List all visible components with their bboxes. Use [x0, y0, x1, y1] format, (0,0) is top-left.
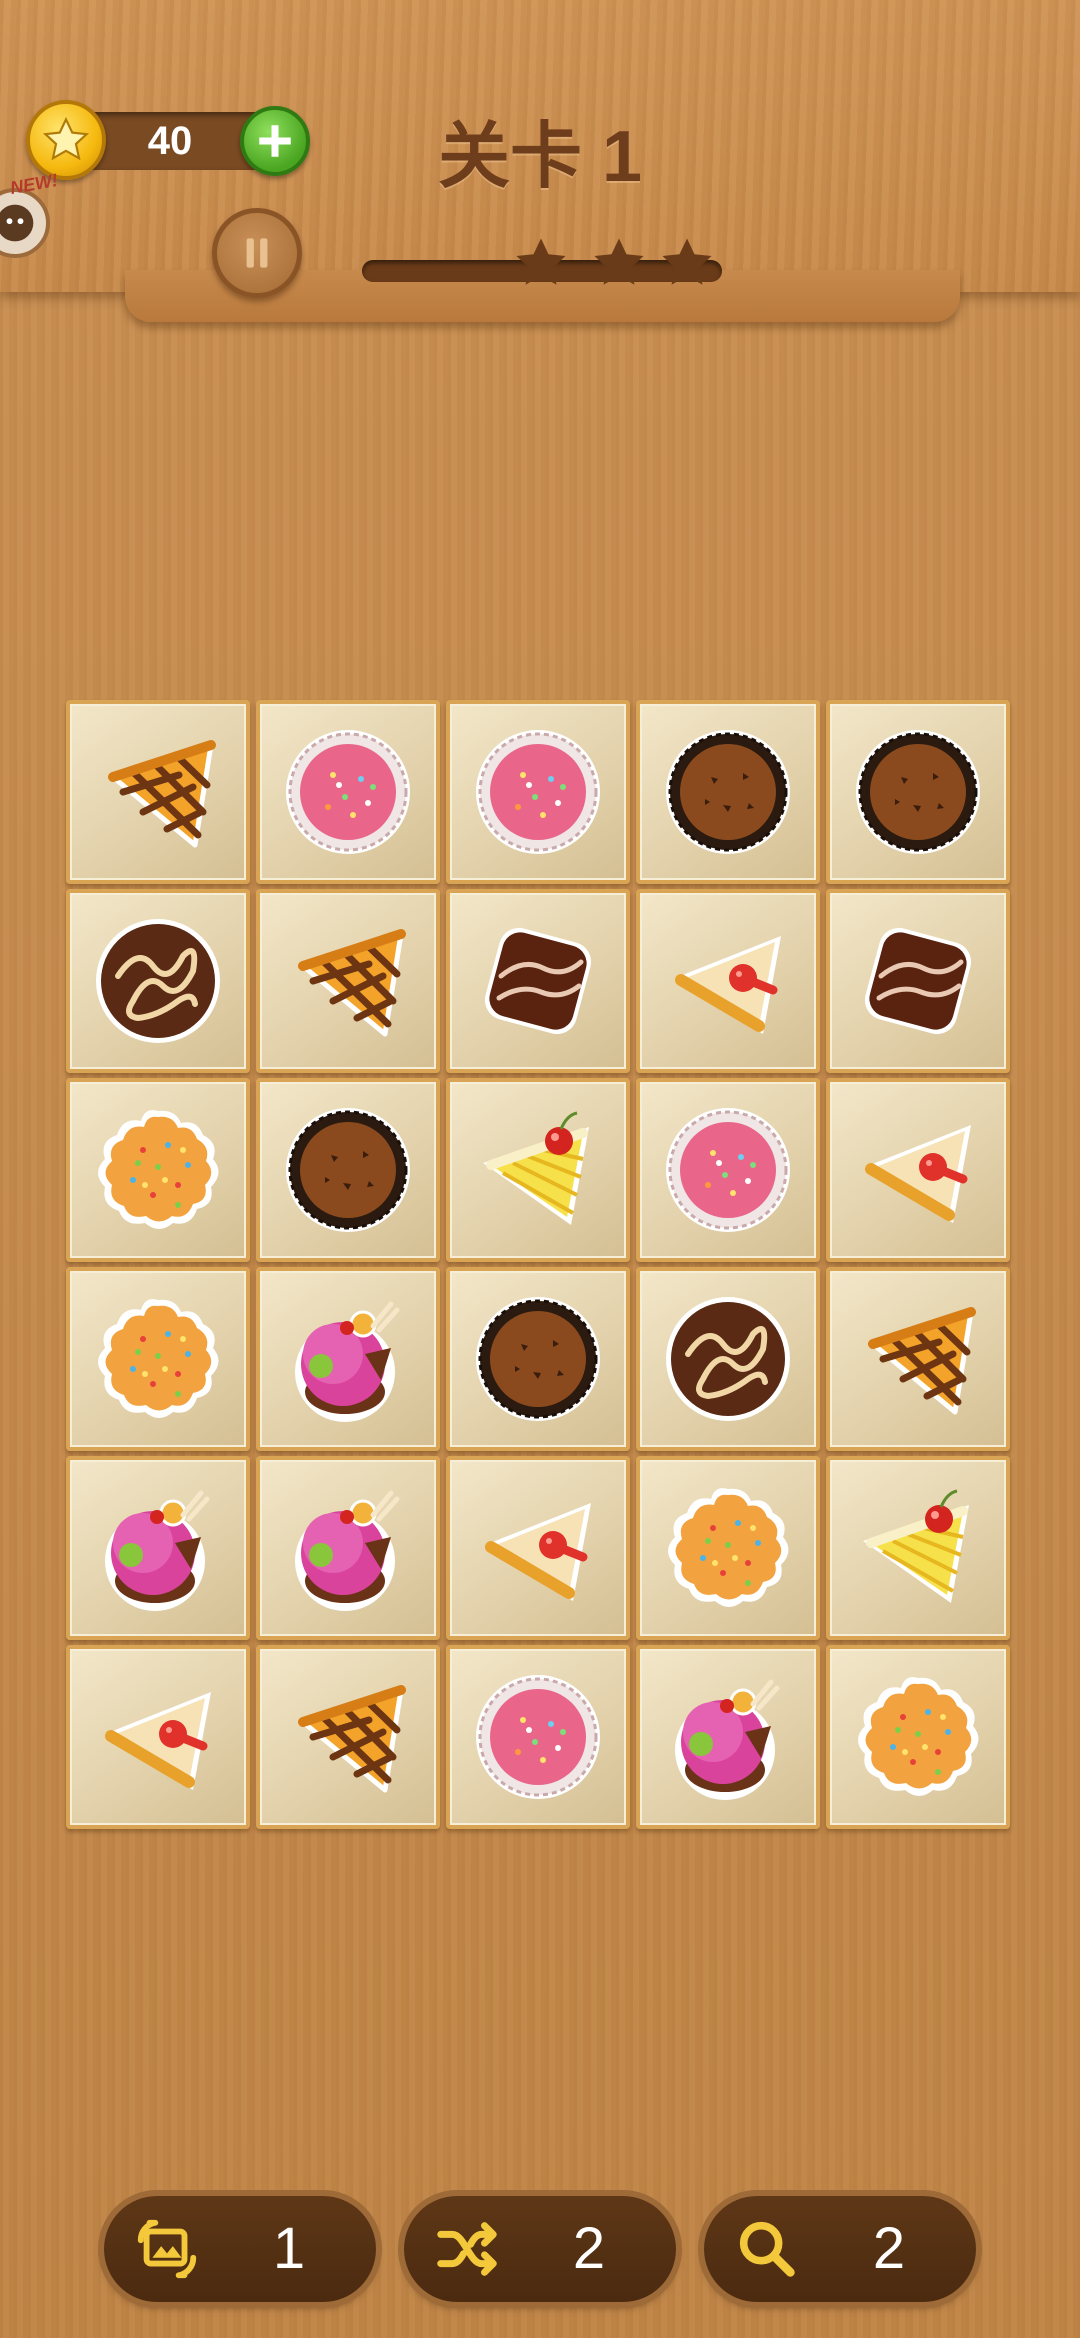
tile-r5-c2[interactable]	[256, 1456, 440, 1640]
chocolate-bar-icon	[864, 927, 972, 1035]
shuffle-tool-count: 2	[572, 2216, 606, 2281]
chocolate-chip-cookie-icon	[856, 730, 980, 854]
pineapple-cherry-cake-icon	[483, 1111, 589, 1225]
chocolate-chip-cookie-icon	[286, 1108, 410, 1232]
chocolate-bar-icon	[484, 927, 592, 1035]
tile-r1-c4[interactable]	[636, 700, 820, 884]
tile-r3-c5[interactable]	[826, 1078, 1010, 1262]
tile-r1-c1[interactable]	[66, 700, 250, 884]
pie-slice-lattice-icon	[298, 1685, 406, 1793]
shuffle-icon	[437, 2222, 497, 2276]
pie-slice-lattice-icon	[298, 929, 406, 1037]
star-2-icon	[588, 232, 650, 294]
tile-r6-c4[interactable]	[636, 1645, 820, 1829]
sprinkle-cookie-icon	[98, 1299, 219, 1418]
tile-r1-c2[interactable]	[256, 700, 440, 884]
tile-r3-c3[interactable]	[446, 1078, 630, 1262]
chocolate-chip-cookie-icon	[666, 730, 790, 854]
game-board	[66, 700, 1014, 1832]
level-title: 关卡 1	[437, 117, 643, 197]
pie-slice-lattice-icon	[868, 1307, 976, 1415]
pink-cupcake-icon	[666, 1108, 790, 1232]
star-3-icon	[656, 232, 718, 294]
tile-r6-c5[interactable]	[826, 1645, 1010, 1829]
sprinkle-cookie-icon	[98, 1110, 219, 1229]
coin-count: 40	[147, 119, 193, 163]
sprinkle-cookie-icon	[668, 1488, 789, 1607]
pause-button[interactable]	[212, 208, 302, 298]
sprinkle-cookie-icon	[858, 1677, 979, 1796]
add-coins-button[interactable]	[240, 106, 310, 176]
tile-r1-c5[interactable]	[826, 700, 1010, 884]
pineapple-cherry-cake-icon	[863, 1489, 969, 1603]
tile-r6-c3[interactable]	[446, 1645, 630, 1829]
tile-r4-c3[interactable]	[446, 1267, 630, 1451]
tile-r6-c1[interactable]	[66, 1645, 250, 1829]
shuffle-tool-button[interactable]: 2	[404, 2196, 676, 2302]
cheesecake-strawberry-icon	[105, 1692, 211, 1790]
tile-r5-c1[interactable]	[66, 1456, 250, 1640]
star-1-icon	[510, 232, 572, 294]
cheesecake-strawberry-icon	[865, 1125, 971, 1223]
swap-tool-button[interactable]: 1	[104, 2196, 376, 2302]
ice-cream-sundae-icon	[295, 1301, 400, 1422]
pie-slice-lattice-icon	[108, 740, 216, 848]
tile-r1-c3[interactable]	[446, 700, 630, 884]
chocolate-chip-cookie-icon	[476, 1297, 600, 1421]
pause-icon	[246, 238, 268, 268]
tile-r3-c2[interactable]	[256, 1078, 440, 1262]
tile-r4-c4[interactable]	[636, 1267, 820, 1451]
tile-r5-c4[interactable]	[636, 1456, 820, 1640]
tile-r2-c1[interactable]	[66, 889, 250, 1073]
hint-tool-count: 2	[872, 2216, 906, 2281]
swirl-cookie-icon	[666, 1297, 790, 1421]
tile-r2-c5[interactable]	[826, 889, 1010, 1073]
tile-r6-c2[interactable]	[256, 1645, 440, 1829]
pink-cupcake-icon	[476, 730, 600, 854]
tile-r4-c5[interactable]	[826, 1267, 1010, 1451]
tile-r2-c2[interactable]	[256, 889, 440, 1073]
tile-r5-c5[interactable]	[826, 1456, 1010, 1640]
tile-r5-c3[interactable]	[446, 1456, 630, 1640]
swap-images-icon	[137, 2219, 197, 2279]
face-icon	[0, 204, 34, 242]
tile-r2-c3[interactable]	[446, 889, 630, 1073]
pink-cupcake-icon	[286, 730, 410, 854]
cheesecake-strawberry-icon	[485, 1503, 591, 1601]
tile-r3-c4[interactable]	[636, 1078, 820, 1262]
ice-cream-sundae-icon	[295, 1490, 400, 1611]
plus-icon	[259, 125, 291, 157]
ice-cream-sundae-icon	[105, 1490, 210, 1611]
swirl-cookie-icon	[96, 919, 220, 1043]
pink-cupcake-icon	[476, 1675, 600, 1799]
coin-star-icon	[26, 100, 106, 180]
swap-tool-count: 1	[272, 2216, 306, 2281]
hint-tool-button[interactable]: 2	[704, 2196, 976, 2302]
tile-r3-c1[interactable]	[66, 1078, 250, 1262]
tile-r4-c1[interactable]	[66, 1267, 250, 1451]
tile-r2-c4[interactable]	[636, 889, 820, 1073]
ice-cream-sundae-icon	[675, 1679, 780, 1800]
tile-r4-c2[interactable]	[256, 1267, 440, 1451]
magnifier-icon	[739, 2221, 795, 2277]
cheesecake-strawberry-icon	[675, 936, 781, 1034]
